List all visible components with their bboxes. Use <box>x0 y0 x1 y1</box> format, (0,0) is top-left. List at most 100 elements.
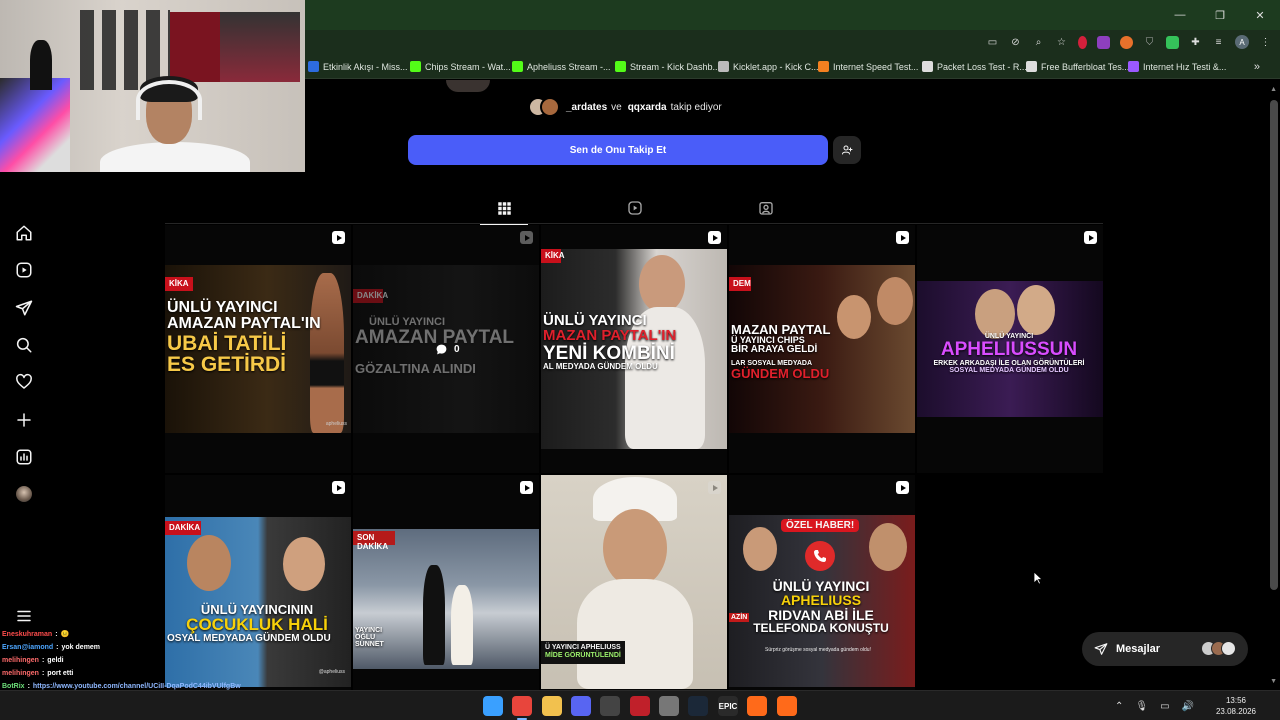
chat-username: Ersan@iamond <box>2 644 54 651</box>
post-tag: KİKA <box>165 277 193 291</box>
minimize-icon[interactable]: — <box>1160 0 1200 30</box>
scroll-up-icon[interactable]: ▲ <box>1270 86 1277 93</box>
followed-by-row[interactable]: _ardates ve qqxarda takip ediyor <box>528 96 722 118</box>
extension-red-icon[interactable] <box>1078 35 1087 49</box>
system-clock[interactable]: 13:56 23.08.2026 <box>1206 695 1266 717</box>
nav-reels[interactable] <box>12 258 36 282</box>
bookmarks-overflow-icon[interactable]: » <box>1254 54 1260 79</box>
post-tile[interactable]: SON DAKİKA YAYINCI OĞLU SÜNNET <box>353 475 539 720</box>
post-headline: ÜNLÜ YAYINCI APHELIUSSUN ERKEK ARKADAŞI … <box>919 333 1099 374</box>
headline-line: RIDVAN ABİ İLE <box>768 606 874 623</box>
bookmark-item[interactable]: Internet Speed Test... <box>818 54 918 79</box>
scrollbar-thumb[interactable] <box>1270 100 1278 590</box>
messages-button[interactable]: Mesajlar <box>1082 632 1248 666</box>
headline-line: ES GETİRDİ <box>167 353 287 377</box>
bookmark-label: Packet Loss Test - R... <box>937 61 1027 72</box>
bookmark-item[interactable]: Etkinlik Akışı - Miss... <box>308 54 408 79</box>
person-image <box>603 509 667 587</box>
bookmark-item[interactable]: Free Bufferbloat Tes... <box>1026 54 1129 79</box>
windows-start-icon[interactable] <box>483 696 503 716</box>
tab-tagged[interactable] <box>752 198 780 218</box>
nav-search[interactable] <box>12 333 36 357</box>
headline-line: SÜNNET <box>355 641 384 649</box>
cast-icon[interactable]: ▭ <box>986 36 999 49</box>
chat-text: port etti <box>47 670 74 677</box>
bookmark-item[interactable]: Kicklet.app - Kick C... <box>718 54 819 79</box>
chevron-up-icon[interactable]: ⌃ <box>1115 701 1123 712</box>
tab-posts[interactable] <box>480 198 528 225</box>
shield-icon[interactable]: ⛉ <box>1143 36 1156 49</box>
follow-button[interactable]: Sen de Onu Takip Et <box>408 135 828 165</box>
discord-app-icon[interactable] <box>571 696 591 716</box>
clock-time: 13:56 <box>1225 696 1247 705</box>
cloudflare-logo-icon <box>818 61 829 72</box>
nav-create[interactable] <box>12 408 36 432</box>
steam-app-icon[interactable] <box>688 696 708 716</box>
bookmark-item[interactable]: Chips Stream - Wat... <box>410 54 511 79</box>
network-app-icon[interactable] <box>659 696 679 716</box>
plus-icon <box>17 413 31 427</box>
app-orange-2-icon[interactable] <box>777 696 797 716</box>
zoom-icon[interactable]: ⌕ <box>1032 36 1045 49</box>
bookmark-item[interactable]: Stream - Kick Dashb... <box>615 54 720 79</box>
scroll-down-icon[interactable]: ▼ <box>1270 678 1277 685</box>
post-tile[interactable]: KİKA ÜNLÜ YAYINCI AMAZAN PAYTAL'IN UBAİ … <box>165 225 351 473</box>
nav-dashboard[interactable] <box>12 445 36 469</box>
tab-reels[interactable] <box>621 198 649 218</box>
extension-orange-icon[interactable] <box>1120 35 1133 49</box>
speaker-icon[interactable]: 🔊 <box>1182 701 1194 712</box>
news-app-icon[interactable] <box>630 696 650 716</box>
chrome-app-icon[interactable] <box>512 696 532 716</box>
headline-line: GÜNDEM OLDU <box>731 365 830 381</box>
restore-icon[interactable]: ❐ <box>1200 0 1240 30</box>
bookmark-item[interactable]: Internet Hız Testi &... <box>1128 54 1226 79</box>
display-icon[interactable]: ▭ <box>1160 701 1169 712</box>
epic-app-icon[interactable]: EPIC <box>718 696 738 716</box>
nav-direct[interactable] <box>12 296 36 320</box>
post-tile[interactable]: KİKA ÜNLÜ YAYINCI MAZAN PAYTAL'IN YENİ K… <box>541 225 727 473</box>
post-tag: KİKA <box>541 249 565 263</box>
extension-purple-icon[interactable] <box>1097 35 1110 49</box>
post-headline: Ü YAYINCI APHELIUSS MİDE GÖRÜNTÜLENDİ <box>541 641 625 664</box>
suggested-users-button[interactable] <box>833 136 861 164</box>
send-icon <box>1094 643 1108 655</box>
post-tile[interactable]: DEM MAZAN PAYTAL Ü YAYINCI CHIPS BİR ARA… <box>729 225 915 473</box>
person-image <box>869 523 907 571</box>
file-explorer-icon[interactable] <box>542 696 562 716</box>
menu-dots-icon[interactable]: ⋮ <box>1259 36 1272 49</box>
nav-more[interactable] <box>12 604 36 628</box>
post-tile[interactable]: ÜNLÜ YAYINCI APHELIUSSUN ERKEK ARKADAŞI … <box>917 225 1103 473</box>
bookmark-item[interactable]: Packet Loss Test - R... <box>922 54 1027 79</box>
puzzle-icon[interactable]: ✚ <box>1189 36 1202 49</box>
headline-line: ERKEK ARKADAŞI İLE OLAN GÖRÜNTÜLERİ <box>933 359 1085 367</box>
headline-line: GÖZALTINA ALINDI <box>355 360 476 376</box>
nav-notifications[interactable] <box>12 370 36 394</box>
post-side-text: AZİN <box>729 613 750 622</box>
bookmark-star-icon[interactable]: ☆ <box>1055 36 1068 49</box>
app-orange-1-icon[interactable] <box>747 696 767 716</box>
person-image <box>877 277 913 325</box>
post-tag: ÖZEL HABER! <box>781 519 860 532</box>
headline-line: TELEFONDA KONUŞTU <box>753 620 889 635</box>
bookmark-item[interactable]: Apheliuss Stream -... <box>512 54 611 79</box>
chat-text: geldi <box>47 657 64 664</box>
system-tray: ⌃ 🎙 ▭ 🔊 13:56 23.08.2026 <box>1115 691 1280 720</box>
follower-name[interactable]: _ardates <box>566 102 607 113</box>
follower-name[interactable]: qqxarda <box>628 102 667 113</box>
nav-home[interactable] <box>12 221 36 245</box>
close-icon[interactable]: ✕ <box>1240 0 1280 30</box>
eye-off-icon[interactable]: ⊘ <box>1009 36 1022 49</box>
chat-username: BotRix <box>2 683 25 690</box>
media-icon[interactable]: ≡ <box>1212 36 1225 49</box>
post-tile[interactable]: DAKİKA ÜNLÜ YAYINCI AMAZAN PAYTAL GÖZALT… <box>353 225 539 473</box>
obs-app-icon[interactable] <box>600 696 620 716</box>
post-credit: @apheliuss <box>318 669 345 675</box>
extension-green-icon[interactable] <box>1166 35 1179 49</box>
post-tile[interactable]: ÖZEL HABER! ÜNLÜ YAYINCI APHELIUSS RIDVA… <box>729 475 915 720</box>
bookmark-label: Internet Hız Testi &... <box>1143 61 1227 72</box>
profile-picture[interactable] <box>446 80 490 92</box>
microphone-icon[interactable]: 🎙 <box>1135 701 1148 712</box>
post-tile[interactable]: Ü YAYINCI APHELIUSS MİDE GÖRÜNTÜLENDİ <box>541 475 727 720</box>
nav-profile[interactable] <box>12 482 36 506</box>
profile-avatar[interactable]: A <box>1235 35 1249 49</box>
